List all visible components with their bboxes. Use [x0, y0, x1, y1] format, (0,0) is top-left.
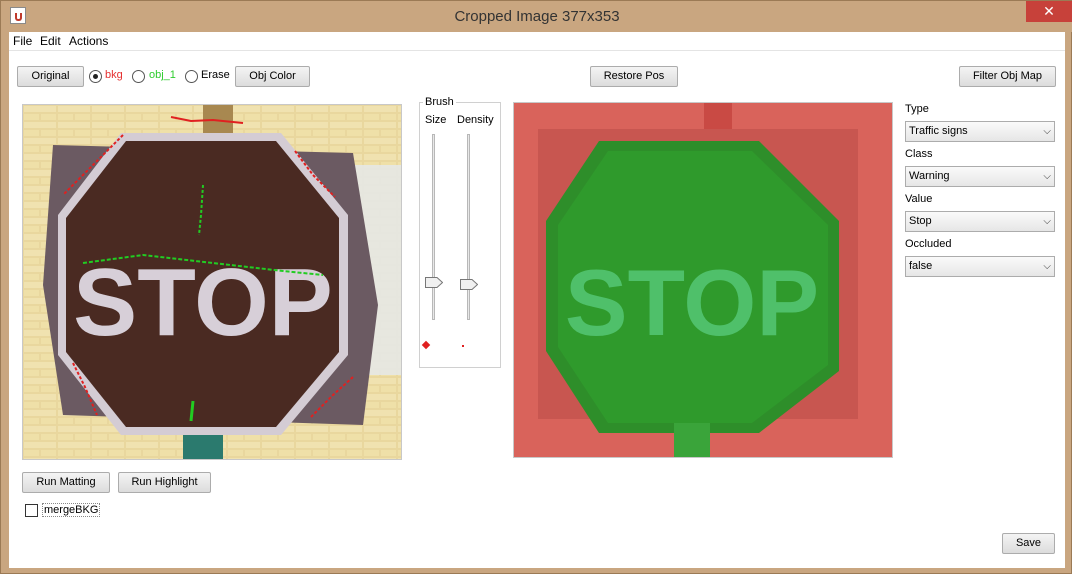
filter-obj-map-button[interactable]: Filter Obj Map	[959, 66, 1056, 87]
menu-file[interactable]: File	[13, 34, 32, 48]
brush-size-slider-thumb[interactable]	[425, 277, 443, 288]
value-select[interactable]: Stop ⌵	[905, 211, 1055, 232]
brush-title: Brush	[423, 96, 456, 108]
type-value: Traffic signs	[909, 125, 968, 137]
segmentation-canvas[interactable]: STOP	[513, 102, 893, 458]
close-button[interactable]: ✕	[1026, 1, 1072, 22]
brush-size-label: Size	[425, 114, 447, 126]
type-label: Type	[905, 103, 929, 115]
radio-obj[interactable]	[132, 70, 145, 83]
segmentation-image: STOP	[514, 103, 892, 457]
brush-density-label: Density	[457, 114, 494, 126]
source-sign-text: STOP	[73, 249, 333, 356]
occluded-select[interactable]: false ⌵	[905, 256, 1055, 277]
obj-color-button[interactable]: Obj Color	[235, 66, 310, 87]
restore-pos-button[interactable]: Restore Pos	[590, 66, 678, 87]
source-image-canvas[interactable]: STOP	[22, 104, 402, 460]
merge-bkg-label: mergeBKG	[42, 503, 101, 517]
chevron-down-icon: ⌵	[1043, 216, 1051, 227]
main-panel: Original bkg obj_1 Erase Obj Color Resto…	[9, 52, 1065, 568]
menu-edit[interactable]: Edit	[40, 34, 61, 48]
chevron-down-icon: ⌵	[1043, 171, 1051, 182]
value-value: Stop	[909, 215, 932, 227]
chevron-down-icon: ⌵	[1043, 261, 1051, 272]
occluded-label: Occluded	[905, 238, 952, 250]
type-select[interactable]: Traffic signs ⌵	[905, 121, 1055, 142]
source-image: STOP	[23, 105, 401, 459]
run-highlight-button[interactable]: Run Highlight	[118, 472, 211, 493]
window-title: Cropped Image 377x353	[454, 8, 620, 25]
menu-bar: File Edit Actions	[9, 32, 1065, 51]
density-preview-dot	[462, 345, 464, 347]
chevron-down-icon: ⌵	[1043, 126, 1051, 137]
merge-bkg-checkbox[interactable]	[25, 504, 38, 517]
brush-density-slider-track[interactable]	[467, 134, 470, 320]
radio-bkg-label: bkg	[105, 69, 123, 81]
radio-erase-label: Erase	[201, 69, 230, 81]
radio-bkg[interactable]	[89, 70, 102, 83]
client-area: File Edit Actions Original bkg obj_1 Era…	[9, 32, 1065, 568]
brush-size-slider-track[interactable]	[432, 134, 435, 320]
brush-density-slider-thumb[interactable]	[460, 279, 478, 290]
radio-erase[interactable]	[185, 70, 198, 83]
value-label: Value	[905, 193, 933, 205]
class-value: Warning	[909, 170, 950, 182]
title-bar[interactable]: Cropped Image 377x353 ✕	[1, 1, 1072, 32]
app-window: Cropped Image 377x353 ✕ File Edit Action…	[0, 0, 1072, 574]
segmentation-sign-text: STOP	[565, 250, 819, 355]
class-label: Class	[905, 148, 933, 160]
original-button[interactable]: Original	[17, 66, 84, 87]
run-matting-button[interactable]: Run Matting	[22, 472, 110, 493]
class-select[interactable]: Warning ⌵	[905, 166, 1055, 187]
radio-obj-label: obj_1	[149, 69, 176, 81]
menu-actions[interactable]: Actions	[69, 34, 108, 48]
save-button[interactable]: Save	[1002, 533, 1055, 554]
occluded-value: false	[909, 260, 933, 272]
